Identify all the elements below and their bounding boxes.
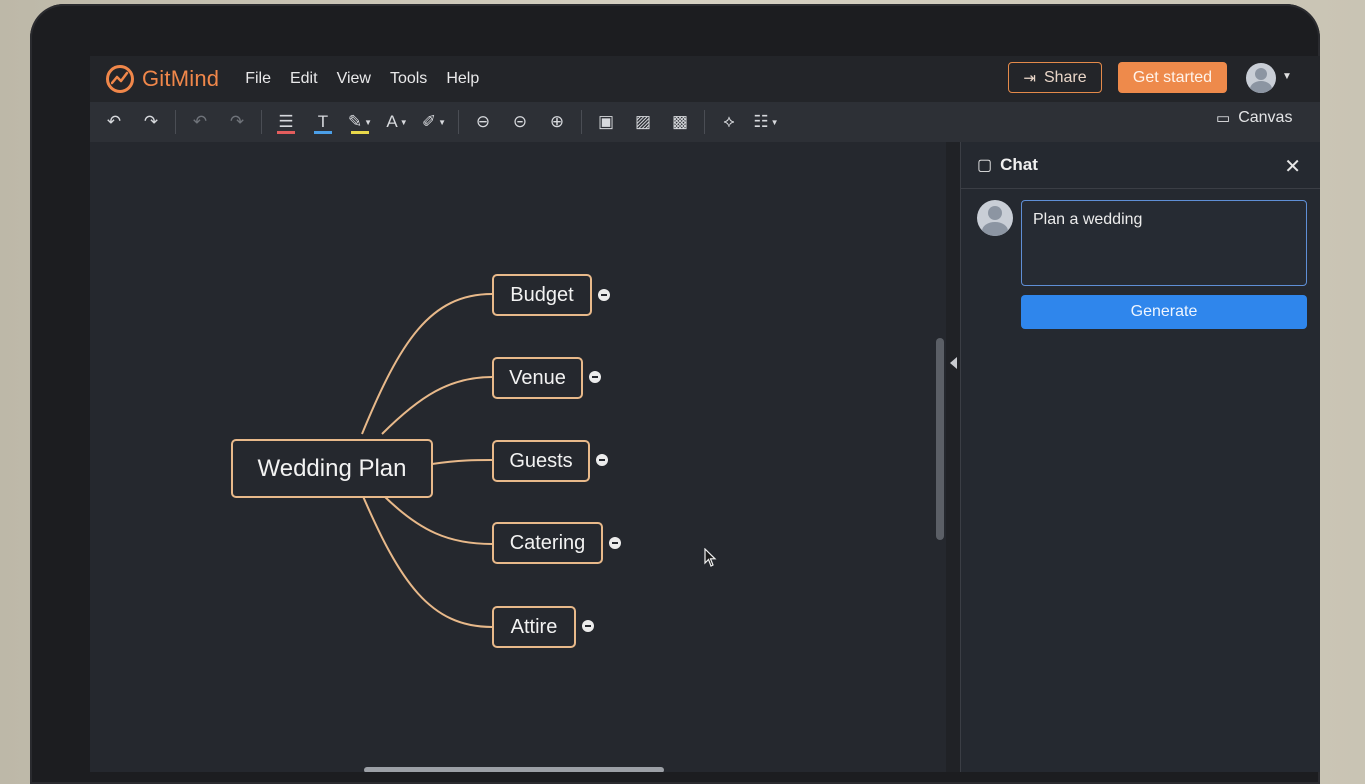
avatar-head	[1255, 68, 1267, 80]
gitmind-logo-icon	[106, 65, 134, 93]
collapse-icon[interactable]	[589, 371, 601, 383]
avatar-body	[982, 222, 1008, 236]
vertical-scrollbar[interactable]	[936, 338, 944, 540]
zoom-out-icon[interactable]: ⊖	[470, 109, 496, 135]
toolbar-divider	[261, 110, 262, 134]
text-color-icon[interactable]: T	[310, 109, 336, 135]
share-icon: ⇥	[1023, 69, 1036, 87]
avatar-head	[988, 206, 1002, 220]
collapse-icon[interactable]	[598, 289, 610, 301]
chat-user-avatar	[977, 200, 1013, 236]
ai-image-icon[interactable]: ▩	[667, 109, 693, 135]
collapse-icon[interactable]	[596, 454, 608, 466]
app-screen: GitMind File Edit View Tools Help ⇥ Shar…	[90, 56, 1320, 772]
image-icon[interactable]: ▨	[630, 109, 656, 135]
menu-edit[interactable]: Edit	[290, 70, 318, 88]
mouse-cursor-icon	[704, 548, 717, 567]
chat-header: ▢ Chat ✕	[961, 142, 1320, 189]
main-menu: File Edit View Tools Help	[245, 70, 498, 88]
collapse-icon[interactable]	[582, 620, 594, 632]
toolbar-divider	[704, 110, 705, 134]
share-label: Share	[1043, 68, 1087, 86]
canvas-label: Canvas	[1238, 109, 1293, 126]
menu-view[interactable]: View	[337, 70, 371, 88]
share-button[interactable]: ⇥ Share	[1008, 62, 1102, 93]
font-icon[interactable]: A ▼	[384, 109, 410, 135]
get-started-button[interactable]: Get started	[1118, 62, 1227, 93]
panel-divider[interactable]	[946, 142, 960, 772]
zoom-fit-icon[interactable]: ⊝	[507, 109, 533, 135]
chat-title: Chat	[1000, 155, 1038, 174]
node-budget[interactable]: Budget	[492, 274, 592, 316]
undo-disabled-icon[interactable]: ↶	[187, 109, 213, 135]
undo-icon[interactable]: ↶	[101, 109, 127, 135]
zoom-in-icon[interactable]: ⊕	[544, 109, 570, 135]
collapse-icon[interactable]	[609, 537, 621, 549]
menu-tools[interactable]: Tools	[390, 70, 427, 88]
chat-icon: ▢	[977, 157, 993, 174]
node-attire[interactable]: Attire	[492, 606, 576, 648]
mindmap-canvas[interactable]: Wedding Plan Budget Venue Guests Caterin…	[90, 142, 946, 772]
collapse-panel-icon[interactable]	[950, 357, 957, 369]
align-icon[interactable]: ☰	[273, 109, 299, 135]
redo-disabled-icon[interactable]: ↷	[224, 109, 250, 135]
user-avatar[interactable]	[1246, 63, 1276, 93]
connector-guests	[431, 459, 493, 465]
menu-help[interactable]: Help	[446, 70, 479, 88]
avatar-body	[1250, 81, 1272, 93]
node-guests[interactable]: Guests	[492, 440, 590, 482]
generate-button[interactable]: Generate	[1021, 295, 1307, 329]
node-venue[interactable]: Venue	[492, 357, 583, 399]
connector-budget	[361, 293, 493, 435]
chat-panel: ▢ Chat ✕ Plan a wedding Generate	[960, 142, 1320, 772]
folder-icon[interactable]: ▣	[593, 109, 619, 135]
outline-icon[interactable]: ☷ ▼	[753, 109, 779, 135]
connector-venue	[381, 376, 493, 435]
layout-icon[interactable]: ⟡	[716, 109, 742, 135]
chevron-down-icon[interactable]: ▼	[1282, 71, 1292, 82]
menu-file[interactable]: File	[245, 70, 271, 88]
toolbar: ↶ ↷ ↶ ↷ ☰ T ✎ ▼ A ▼ ✐ ▼ ⊖ ⊝ ⊕ ▣ ▨ ▩ ⟡ ☷ ▼ ▭ …	[90, 102, 1320, 142]
canvas-button[interactable]: ▭ Canvas	[1216, 109, 1292, 127]
highlight-icon[interactable]: ✎ ▼	[347, 109, 373, 135]
brush-icon[interactable]: ✐ ▼	[421, 109, 447, 135]
connector-catering	[381, 493, 493, 545]
app-logo[interactable]: GitMind	[106, 65, 219, 93]
toolbar-divider	[175, 110, 176, 134]
app-name: GitMind	[142, 66, 220, 91]
redo-icon[interactable]: ↷	[138, 109, 164, 135]
close-icon[interactable]: ✕	[1284, 154, 1301, 179]
comment-icon: ▭	[1216, 110, 1231, 127]
root-node[interactable]: Wedding Plan	[231, 439, 433, 498]
toolbar-divider	[581, 110, 582, 134]
laptop-bezel: GitMind File Edit View Tools Help ⇥ Shar…	[30, 4, 1320, 784]
menubar: GitMind File Edit View Tools Help ⇥ Shar…	[90, 56, 1320, 102]
toolbar-divider	[458, 110, 459, 134]
connector-attire	[361, 493, 493, 628]
prompt-input[interactable]: Plan a wedding	[1021, 200, 1307, 286]
node-catering[interactable]: Catering	[492, 522, 603, 564]
